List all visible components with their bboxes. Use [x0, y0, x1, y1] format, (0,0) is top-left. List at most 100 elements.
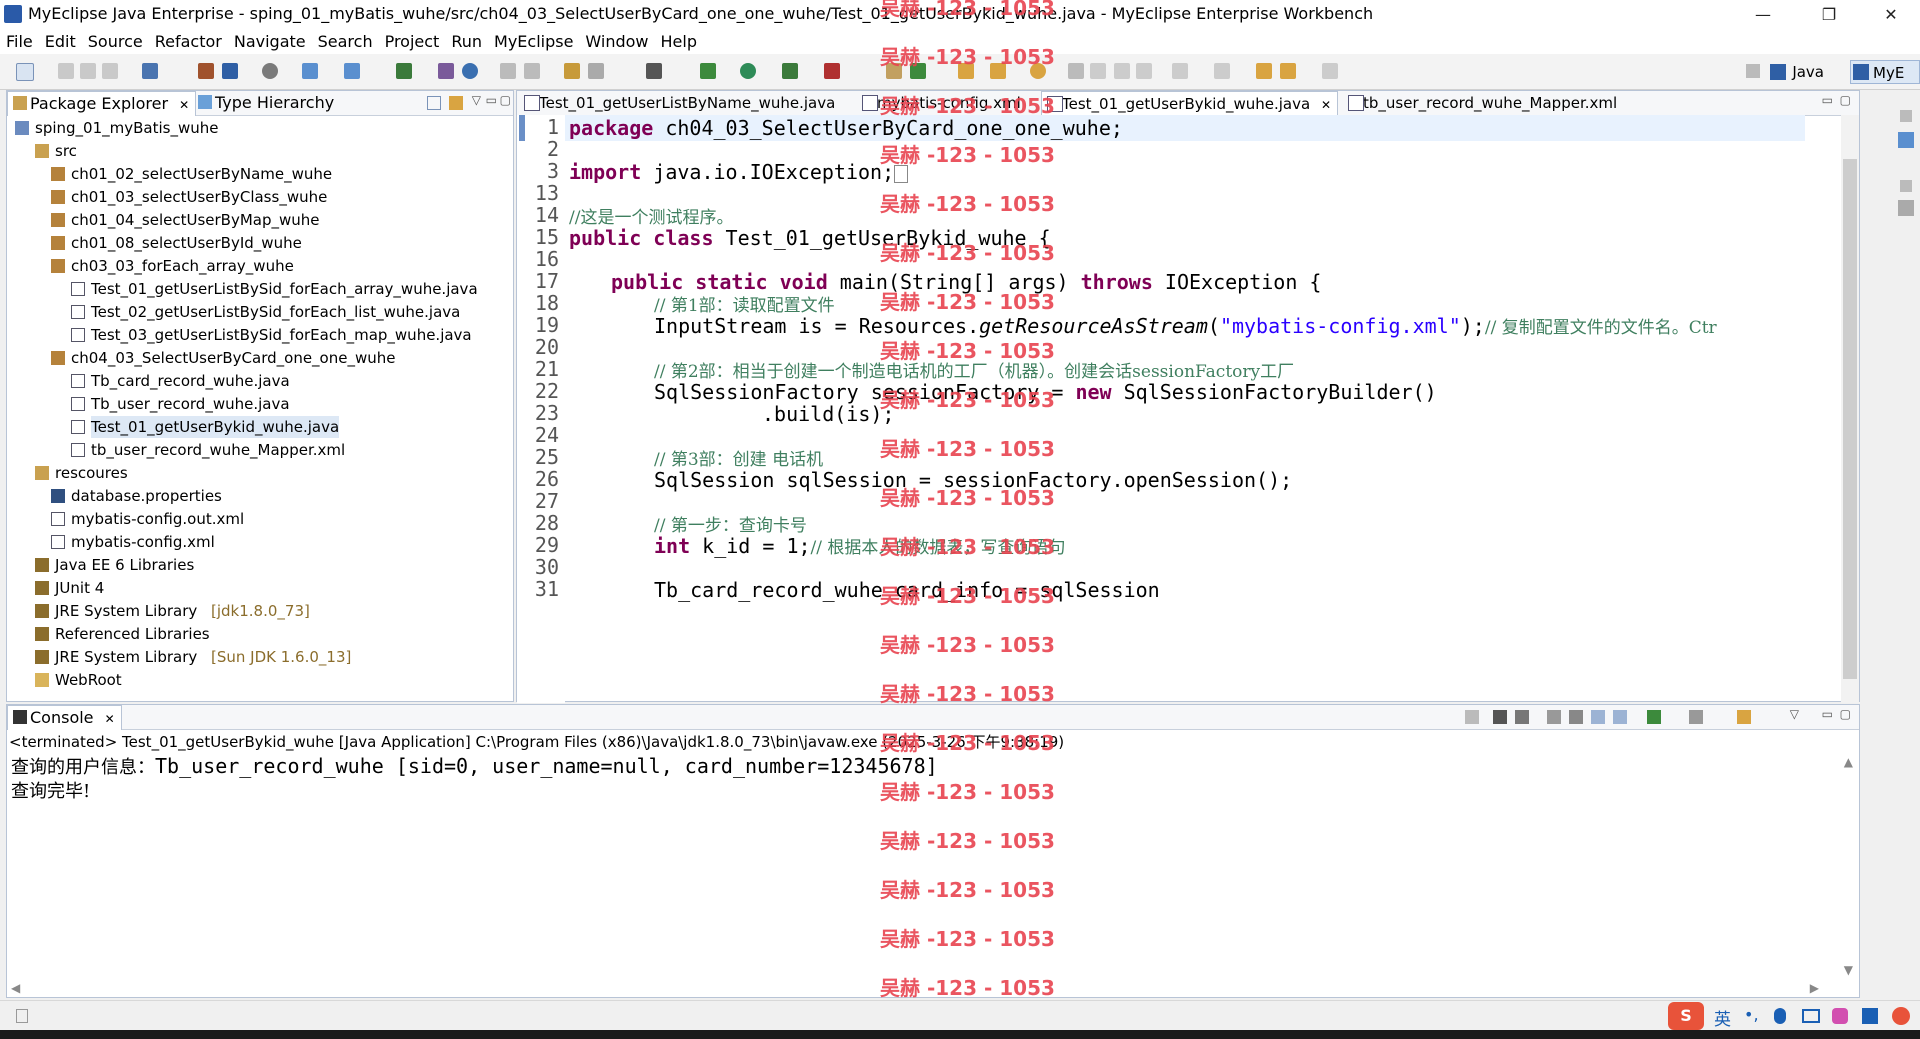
- close-tab-icon[interactable]: ✕: [105, 712, 115, 726]
- menu-run[interactable]: Run: [445, 30, 488, 51]
- outline-icon[interactable]: [1898, 132, 1914, 148]
- editor-tab-getuserbykid[interactable]: Test_01_getUserBykid_wuhe.java ✕: [1041, 91, 1339, 116]
- scrollbar-thumb[interactable]: [1843, 159, 1857, 679]
- close-tab-icon[interactable]: ✕: [179, 98, 189, 112]
- menu-window[interactable]: Window: [579, 30, 654, 51]
- open-perspective-icon[interactable]: [1746, 64, 1760, 78]
- image-icon[interactable]: [564, 63, 580, 79]
- scroll-up-icon[interactable]: ▲: [1844, 755, 1853, 769]
- code-area[interactable]: package ch04_03_SelectUserByCard_one_one…: [569, 115, 1809, 703]
- block-icon[interactable]: [1114, 63, 1130, 79]
- external-tools-icon[interactable]: [824, 63, 840, 79]
- close-button[interactable]: ✕: [1868, 0, 1914, 30]
- undo-icon[interactable]: [500, 63, 516, 79]
- deploy-icon[interactable]: [198, 63, 214, 79]
- java-perspective-icon: [1770, 64, 1787, 80]
- clear-console-icon[interactable]: [1547, 710, 1561, 724]
- monitor-icon[interactable]: [646, 63, 662, 79]
- scroll-right-icon[interactable]: ▶: [1810, 981, 1819, 995]
- save-icon[interactable]: [58, 63, 74, 79]
- redo-icon[interactable]: [524, 63, 540, 79]
- scroll-down-icon[interactable]: ▼: [1844, 963, 1853, 977]
- java-perspective-button[interactable]: Java: [1770, 60, 1824, 84]
- maximize-editor-icon[interactable]: ▢: [1840, 93, 1851, 107]
- collapse-all-icon[interactable]: [427, 96, 441, 110]
- open-task-icon[interactable]: [438, 63, 454, 79]
- last-edit-icon[interactable]: [1256, 63, 1272, 79]
- pin-console-icon[interactable]: [1647, 710, 1661, 724]
- web-icon[interactable]: [462, 63, 478, 79]
- pin-icon[interactable]: [1068, 63, 1084, 79]
- show-on-output-icon[interactable]: [1613, 710, 1627, 724]
- myeclipse-perspective-button[interactable]: MyE: [1850, 60, 1920, 84]
- terminate-icon[interactable]: [1465, 710, 1479, 724]
- new-package-icon[interactable]: [344, 63, 360, 79]
- forward-icon[interactable]: [1322, 63, 1338, 79]
- minimize-view-icon[interactable]: ▭: [486, 93, 497, 107]
- new-icon[interactable]: [16, 63, 34, 81]
- scroll-lock-icon[interactable]: [1569, 710, 1583, 724]
- tree-item-label: Test_03_getUserListBySid_forEach_map_wuh…: [91, 326, 472, 344]
- ime-punctuation[interactable]: •,: [1744, 1005, 1759, 1024]
- view-menu-icon[interactable]: ▽: [472, 93, 481, 107]
- menu-help[interactable]: Help: [655, 30, 703, 51]
- minimize-view-icon[interactable]: ▭: [1822, 707, 1833, 721]
- menu-project[interactable]: Project: [379, 30, 446, 51]
- menu-source[interactable]: Source: [82, 30, 149, 51]
- tab-package-explorer[interactable]: Package Explorer ✕: [7, 91, 197, 116]
- minimize-editor-icon[interactable]: ▭: [1822, 93, 1833, 107]
- run-icon[interactable]: [740, 63, 756, 79]
- skin-icon[interactable]: [1832, 1008, 1848, 1024]
- fast-view-icon[interactable]: [16, 1009, 28, 1023]
- menu-refactor[interactable]: Refactor: [149, 30, 228, 51]
- menu-myeclipse[interactable]: MyEclipse: [488, 30, 579, 51]
- open-console-icon[interactable]: [1737, 710, 1751, 724]
- maximize-view-icon[interactable]: ▢: [1840, 707, 1851, 721]
- menu-navigate[interactable]: Navigate: [228, 30, 312, 51]
- server-icon[interactable]: [222, 63, 238, 79]
- link-with-editor-icon[interactable]: [449, 96, 463, 110]
- display-console-icon[interactable]: [1689, 710, 1703, 724]
- word-wrap-icon[interactable]: [1591, 710, 1605, 724]
- next-annotation-icon[interactable]: [1172, 63, 1188, 79]
- menu-file[interactable]: File: [0, 30, 39, 51]
- tasks-icon[interactable]: [1898, 200, 1914, 216]
- tab-console[interactable]: Console ✕: [7, 705, 122, 730]
- maximize-view-icon[interactable]: ▢: [500, 93, 511, 107]
- ime-language[interactable]: 英: [1714, 1005, 1731, 1030]
- editor-tab-mapper-xml[interactable]: tb_user_record_wuhe_Mapper.xml: [1343, 91, 1623, 115]
- sogou-ime-icon[interactable]: S: [1668, 1002, 1704, 1030]
- restore-icon[interactable]: [1900, 110, 1912, 122]
- coverage-icon[interactable]: [782, 63, 798, 79]
- debug-icon[interactable]: [700, 63, 716, 79]
- remove-launch-icon[interactable]: [1493, 710, 1507, 724]
- mark-icon[interactable]: [1090, 63, 1106, 79]
- close-tab-icon[interactable]: ✕: [1321, 98, 1331, 112]
- prev-annotation-icon[interactable]: [1214, 63, 1230, 79]
- show-whitespace-icon[interactable]: [1136, 63, 1152, 79]
- browser-icon[interactable]: [262, 63, 278, 79]
- minimize-button[interactable]: —: [1740, 0, 1786, 30]
- save-all-icon[interactable]: [80, 63, 96, 79]
- keyboard-icon[interactable]: [1802, 1009, 1820, 1023]
- tab-type-hierarchy[interactable]: Type Hierarchy: [193, 91, 340, 115]
- restore-button[interactable]: ❐: [1806, 0, 1852, 30]
- source-folder-icon: [35, 466, 49, 480]
- open-type-icon[interactable]: [142, 63, 158, 79]
- refresh-icon[interactable]: [588, 63, 604, 79]
- menu-edit[interactable]: Edit: [39, 30, 82, 51]
- print-icon[interactable]: [102, 63, 118, 79]
- editor-tab-getuserlistbyname[interactable]: Test_01_getUserListByName_wuhe.java: [519, 91, 841, 115]
- editor-vertical-scrollbar[interactable]: [1841, 115, 1859, 703]
- toolbox-icon[interactable]: [1862, 1008, 1878, 1024]
- remove-all-icon[interactable]: [1515, 710, 1529, 724]
- restore-icon[interactable]: [1900, 180, 1912, 192]
- menu-search[interactable]: Search: [312, 30, 379, 51]
- view-menu-icon[interactable]: ▽: [1790, 707, 1799, 721]
- scroll-left-icon[interactable]: ◀: [11, 981, 20, 995]
- new-class-icon[interactable]: [396, 63, 412, 79]
- back-icon[interactable]: [1280, 63, 1296, 79]
- new-java-project-icon[interactable]: [302, 63, 318, 79]
- microphone-icon[interactable]: [1774, 1008, 1786, 1024]
- ime-avatar-icon[interactable]: [1892, 1007, 1910, 1025]
